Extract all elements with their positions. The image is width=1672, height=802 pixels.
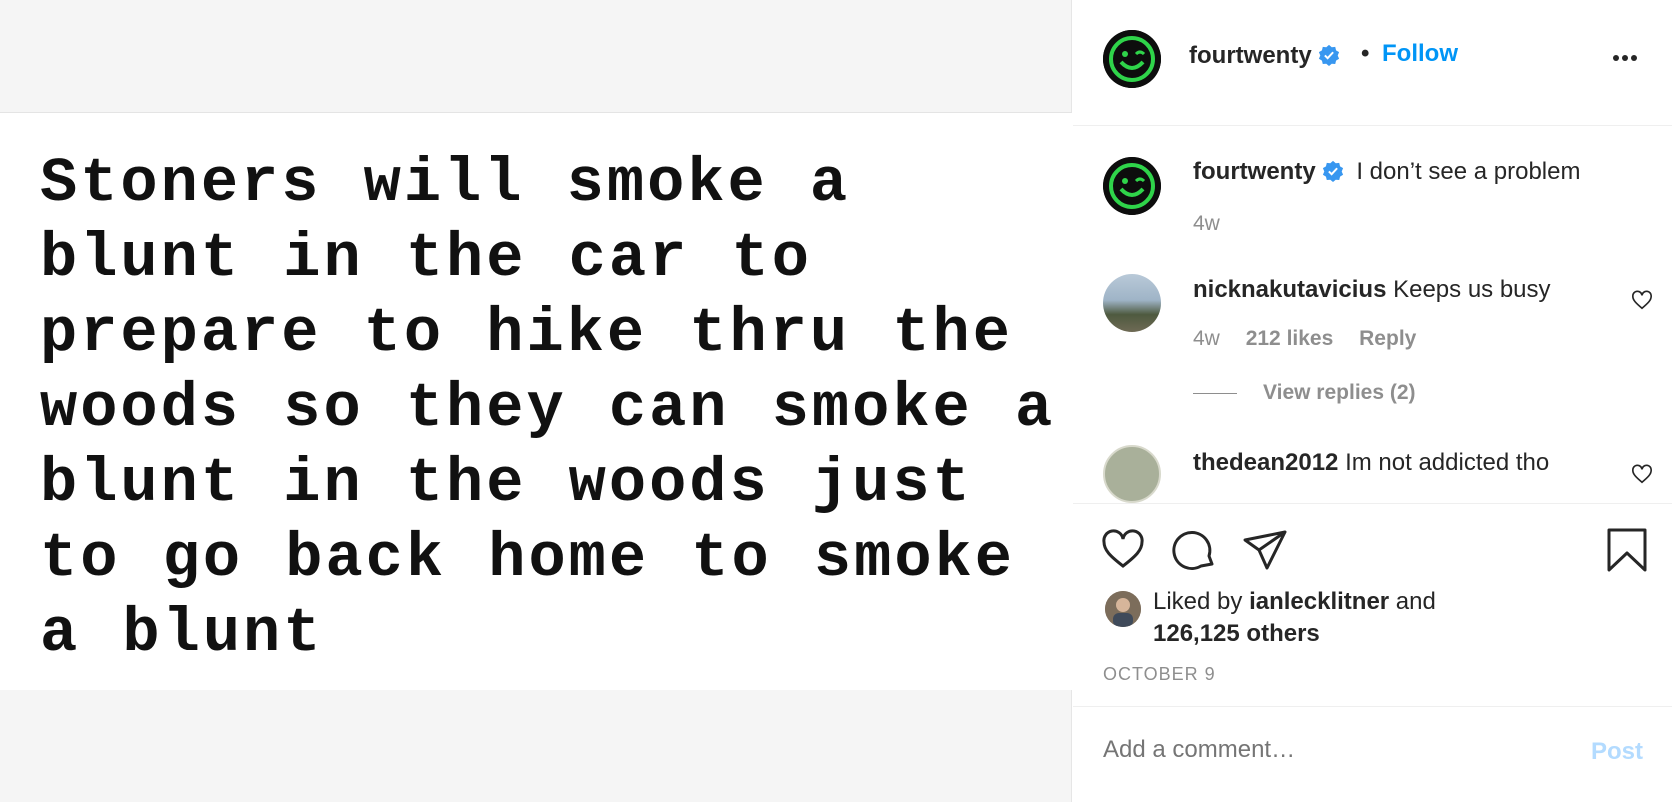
liker-avatar[interactable] [1105, 591, 1141, 627]
liker-username[interactable]: ianlecklitner [1249, 588, 1389, 615]
header-username-text[interactable]: fourtwenty [1189, 42, 1312, 69]
comment-username[interactable]: nicknakutavicius [1193, 276, 1386, 303]
replies-divider [1193, 392, 1237, 394]
actions-divider [1073, 503, 1672, 504]
post-header: fourtwenty • Follow [1073, 0, 1672, 126]
post-date[interactable]: OCTOBER 9 [1103, 664, 1216, 685]
post-media-area: Stoners will smoke a blunt in the car to… [0, 0, 1072, 802]
caption-text: I don’t see a problem [1356, 158, 1581, 185]
post-side-panel: fourtwenty • Follow fourtwenty I don’t s… [1073, 0, 1672, 802]
profile-avatar[interactable] [1103, 30, 1161, 88]
fourtwenty-logo-icon [1103, 157, 1161, 215]
comment-box-divider [1073, 706, 1672, 707]
comment: thedean2012 Im not addicted tho [1193, 449, 1549, 477]
caption-time[interactable]: 4w [1193, 212, 1220, 235]
likes-summary: Liked by ianlecklitner and 126,125 other… [1153, 586, 1436, 650]
commenter-avatar[interactable] [1103, 445, 1161, 503]
likes-conjunction: and [1395, 588, 1436, 615]
header-username[interactable]: fourtwenty [1189, 42, 1340, 70]
comment-likes[interactable]: 212 likes [1246, 327, 1334, 350]
post-image-text: Stoners will smoke a blunt in the car to… [40, 148, 1056, 669]
liker-photo [1105, 591, 1141, 627]
view-replies-button[interactable]: View replies (2) [1193, 381, 1416, 405]
comment-text: Keeps us busy [1393, 276, 1551, 303]
fourtwenty-logo-icon [1103, 30, 1161, 88]
heart-icon[interactable] [1099, 526, 1147, 574]
heart-icon[interactable] [1631, 463, 1653, 485]
header-separator: • [1361, 40, 1370, 67]
heart-icon[interactable] [1631, 289, 1653, 311]
likes-count[interactable]: 126,125 others [1153, 620, 1320, 647]
more-options-icon[interactable] [1613, 48, 1645, 68]
comment-meta: 4w 212 likes Reply [1193, 327, 1436, 351]
comment-username[interactable]: thedean2012 [1193, 449, 1338, 476]
follow-button[interactable]: Follow [1382, 40, 1458, 68]
comment-text: Im not addicted tho [1345, 449, 1550, 476]
caption-avatar[interactable] [1103, 157, 1161, 215]
caption-meta: 4w [1193, 212, 1240, 236]
comment-input[interactable] [1103, 736, 1553, 764]
verified-badge-icon [1322, 160, 1343, 182]
reply-button[interactable]: Reply [1359, 327, 1416, 350]
caption-username[interactable]: fourtwenty [1193, 158, 1316, 185]
post-comment-button[interactable]: Post [1591, 738, 1643, 766]
verified-badge-icon [1318, 44, 1339, 66]
comment: nicknakutavicius Keeps us busy [1193, 276, 1551, 304]
comment-time[interactable]: 4w [1193, 327, 1220, 350]
likes-prefix: Liked by [1153, 588, 1243, 615]
share-icon[interactable] [1241, 526, 1289, 574]
commenter-avatar[interactable] [1103, 274, 1161, 332]
bookmark-icon[interactable] [1603, 526, 1651, 574]
comment-icon[interactable] [1171, 526, 1219, 574]
caption: fourtwenty I don’t see a problem [1193, 158, 1580, 186]
view-replies-label[interactable]: View replies (2) [1263, 381, 1416, 404]
comments-list[interactable]: fourtwenty I don’t see a problem 4w nick… [1073, 127, 1672, 503]
